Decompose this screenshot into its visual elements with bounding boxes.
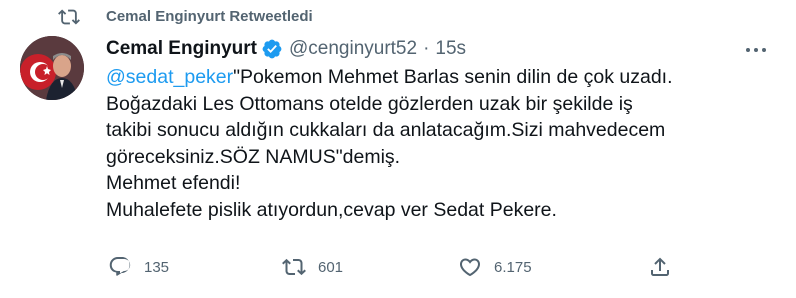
- mention-link[interactable]: @sedat_peker: [106, 66, 233, 88]
- tweet-timestamp[interactable]: 15s: [435, 38, 466, 60]
- tweet-text: @sedat_peker"Pokemon Mehmet Barlas senin…: [106, 64, 786, 223]
- retweet-action-icon: [282, 258, 306, 276]
- header-separator: ·: [423, 38, 430, 59]
- retweet-icon: [58, 9, 80, 25]
- retweet-count: 601: [318, 258, 344, 276]
- tweet-text-line: takibi sonucu aldığın cukkaları da anlat…: [106, 119, 666, 141]
- more-icon[interactable]: [742, 40, 770, 60]
- tweet-text-line: Mehmet efendi!: [106, 172, 241, 194]
- tweet-text-line: Boğazdaki Les Ottomans otelde gözlerden …: [106, 92, 633, 115]
- verified-badge-icon: [262, 39, 282, 59]
- retweet-button[interactable]: 601: [282, 252, 343, 282]
- tweet-header: Cemal Enginyurt @cenginyurt52 · 15s: [106, 36, 466, 62]
- tweet-text-line: göreceksiniz.SÖZ NAMUS"demiş.: [106, 145, 401, 168]
- reply-count: 135: [144, 258, 170, 276]
- avatar-image: [20, 36, 84, 100]
- avatar[interactable]: [20, 36, 84, 100]
- tweet-text-line: @sedat_peker"Pokemon Mehmet Barlas senin…: [106, 66, 673, 88]
- retweet-banner-text[interactable]: Cemal Enginyurt Retweetledi: [106, 8, 313, 25]
- tweet-text-line: Muhalefete pislik atıyordun,cevap ver Se…: [106, 198, 557, 221]
- like-count: 6.175: [494, 258, 532, 276]
- share-button[interactable]: [648, 252, 672, 282]
- tweet-actions: 135 601 6.175: [0, 252, 796, 282]
- reply-button[interactable]: 135: [108, 252, 169, 282]
- like-icon: [459, 258, 481, 277]
- reply-icon: [109, 257, 131, 276]
- tweet-card[interactable]: Cemal Enginyurt Retweetledi Cemal Enginy…: [0, 0, 796, 298]
- display-name[interactable]: Cemal Enginyurt: [106, 38, 257, 60]
- like-button[interactable]: 6.175: [458, 252, 532, 282]
- share-icon: [651, 257, 669, 276]
- user-handle[interactable]: @cenginyurt52: [289, 38, 417, 60]
